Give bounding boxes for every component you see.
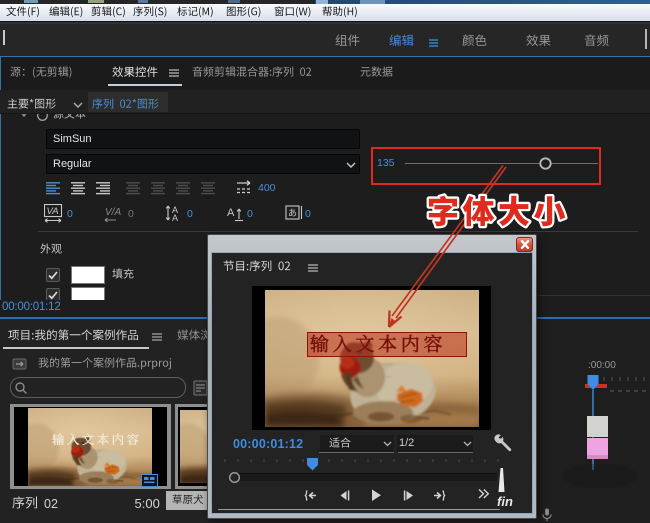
- svg-text:A: A: [227, 207, 235, 219]
- svg-text:A: A: [172, 213, 178, 222]
- svg-text:VA: VA: [47, 206, 59, 217]
- svg-text:あ: あ: [288, 208, 297, 218]
- svg-text:V/A: V/A: [105, 207, 121, 218]
